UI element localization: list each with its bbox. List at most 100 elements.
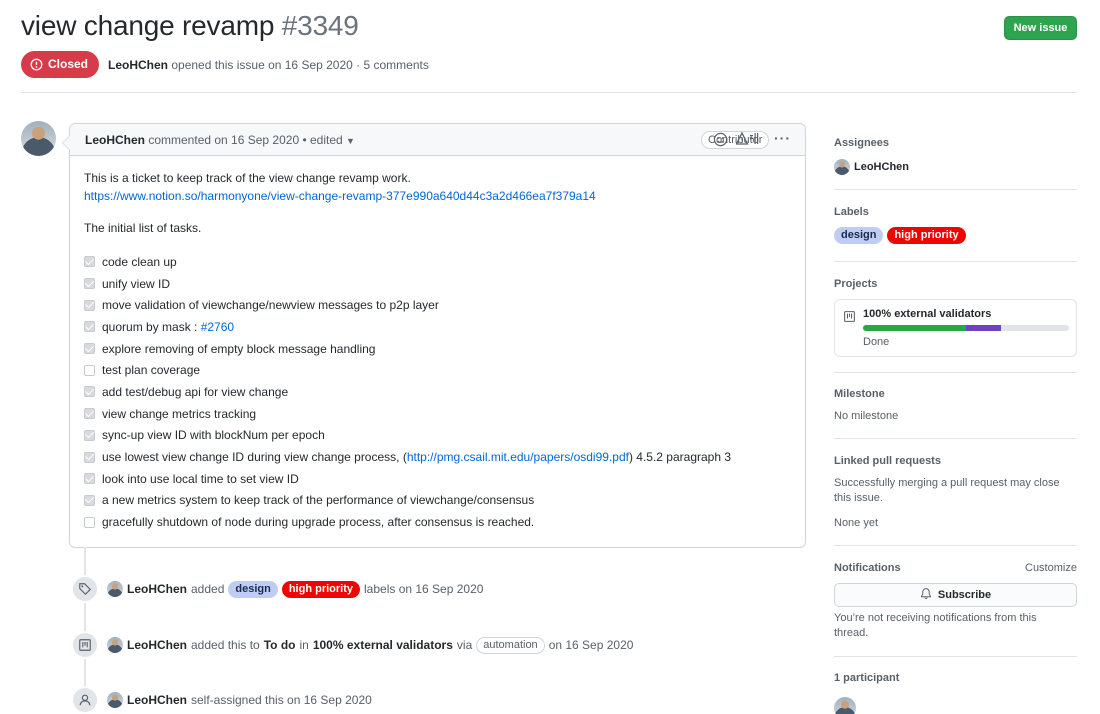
assignees-title[interactable]: Assignees [834,137,1077,149]
task-item: code clean up [84,251,791,273]
linked-prs-title[interactable]: Linked pull requests [834,455,1077,467]
task-text: explore removing of empty block message … [102,341,376,356]
issue-meta: LeoHChen opened this issue on 16 Sep 202… [108,58,429,72]
event-author-link[interactable]: LeoHChen [127,693,187,707]
report-icon[interactable] [735,131,760,149]
assignee-name: LeoHChen [854,161,909,173]
event-author-link[interactable]: LeoHChen [127,638,187,652]
task-checkbox-checked[interactable] [84,299,95,311]
chevron-down-icon[interactable]: ▼ [346,136,355,146]
task-checkbox-checked[interactable] [84,473,95,485]
event-text: in [299,638,309,652]
task-text-suffix: ) 4.5.2 paragraph 3 [628,450,732,465]
comment-body-line1: This is a ticket to keep track of the vi… [84,171,411,185]
task-item: gracefully shutdown of node during upgra… [84,511,791,533]
sidebar-divider [834,656,1077,657]
task-item: explore removing of empty block message … [84,338,791,360]
project-card[interactable]: 100% external validators Done [834,299,1077,357]
issue-author-link[interactable]: LeoHChen [108,58,168,72]
new-issue-button[interactable]: New issue [1004,16,1077,40]
task-text: sync-up view ID with blockNum per epoch [102,428,325,443]
task-text: code clean up [102,254,177,269]
automation-badge: automation [476,636,545,654]
issue-closed-icon [30,58,43,71]
assignee-item[interactable]: LeoHChen [834,159,1077,175]
task-item: test plan coverage [84,359,791,381]
participants-title: 1 participant [834,672,900,684]
task-checkbox-checked[interactable] [84,494,95,506]
task-item: use lowest view change ID during view ch… [84,446,791,468]
event-author-link[interactable]: LeoHChen [127,582,187,596]
task-text: add test/debug api for view change [102,384,289,399]
task-item: unify view ID [84,273,791,295]
label-design[interactable]: design [228,580,278,598]
task-list: code clean up unify view ID move validat… [84,251,791,533]
event-text: via [456,638,473,652]
event-text: on 16 Sep 2020 [548,638,634,652]
avatar[interactable] [107,692,123,708]
avatar[interactable] [107,581,123,597]
subscribe-label: Subscribe [937,589,992,601]
avatar[interactable] [107,637,123,653]
milestone-title[interactable]: Milestone [834,388,1077,400]
project-link[interactable]: 100% external validators [313,638,453,652]
customize-link[interactable]: Customize [1025,561,1077,576]
sidebar-divider [834,438,1077,439]
project-progress-bar [863,325,1069,331]
issue-ref-link[interactable]: #2760 [201,320,234,334]
task-checkbox-checked[interactable] [84,278,95,290]
task-text-prefix: quorum by mask : [102,319,201,334]
issue-meta-text: opened this issue on 16 Sep 2020 · 5 com… [171,58,429,72]
task-checkbox-checked[interactable] [84,429,95,441]
label-high-priority[interactable]: high priority [887,227,966,244]
comment-author-link[interactable]: LeoHChen [85,133,145,147]
notion-link[interactable]: https://www.notion.so/harmonyone/view-ch… [84,189,596,203]
project-status: Done [863,336,890,348]
task-checkbox-checked[interactable] [84,408,95,420]
avatar [834,159,850,175]
task-checkbox-checked[interactable] [84,256,95,268]
labels-list: design high priority [834,227,1077,244]
timeline-event-assign: LeoHChen self-assigned this on 16 Sep 20… [71,686,372,714]
task-checkbox-checked[interactable] [84,343,95,355]
task-item: move validation of viewchange/newview me… [84,294,791,316]
kebab-menu-icon[interactable]: ··· [774,130,791,146]
label-design[interactable]: design [834,227,884,244]
person-icon [71,686,99,714]
progress-done [863,325,966,331]
project-icon [843,310,856,326]
task-item: sync-up view ID with blockNum per epoch [84,425,791,447]
participant-avatar[interactable] [834,697,856,714]
task-text: use lowest view change ID during view ch… [102,448,731,466]
sidebar-divider [834,189,1077,190]
subscribe-button[interactable]: Subscribe [834,583,1077,607]
milestone-value: No milestone [834,410,899,422]
header-divider [21,92,1077,93]
comment-meta[interactable]: commented on 16 Sep 2020 • edited [148,133,342,147]
task-item: view change metrics tracking [84,403,791,425]
task-text: look into use local time to set view ID [102,471,299,486]
event-text: labels on 16 Sep 2020 [364,582,484,596]
project-name[interactable]: 100% external validators [863,308,991,320]
task-checkbox-unchecked[interactable] [84,364,95,376]
task-item: quorum by mask : #2760 [84,316,791,338]
sidebar-divider [834,372,1077,373]
timeline-event-labels: LeoHChen added design high priority labe… [71,575,483,603]
task-checkbox-unchecked[interactable] [84,516,95,528]
label-high-priority[interactable]: high priority [281,580,360,598]
paper-link[interactable]: http://pmg.csail.mit.edu/papers/osdi99.p… [407,450,629,464]
task-text: gracefully shutdown of node during upgra… [102,515,535,530]
linked-prs-text: Successfully merging a pull request may … [834,477,1060,504]
smiley-icon[interactable] [713,132,728,150]
comment-author-avatar[interactable] [21,121,56,156]
task-text: move validation of viewchange/newview me… [102,298,439,313]
task-checkbox-checked[interactable] [84,321,95,333]
notifications-text: You’re not receiving notifications from … [834,612,1037,639]
task-checkbox-checked[interactable] [84,451,95,463]
labels-title[interactable]: Labels [834,206,1077,218]
task-checkbox-checked[interactable] [84,386,95,398]
projects-title[interactable]: Projects [834,278,1077,290]
linked-prs-value: None yet [834,517,879,529]
issue-title-text: view change revamp [21,10,275,41]
project-column: To do [263,638,296,652]
